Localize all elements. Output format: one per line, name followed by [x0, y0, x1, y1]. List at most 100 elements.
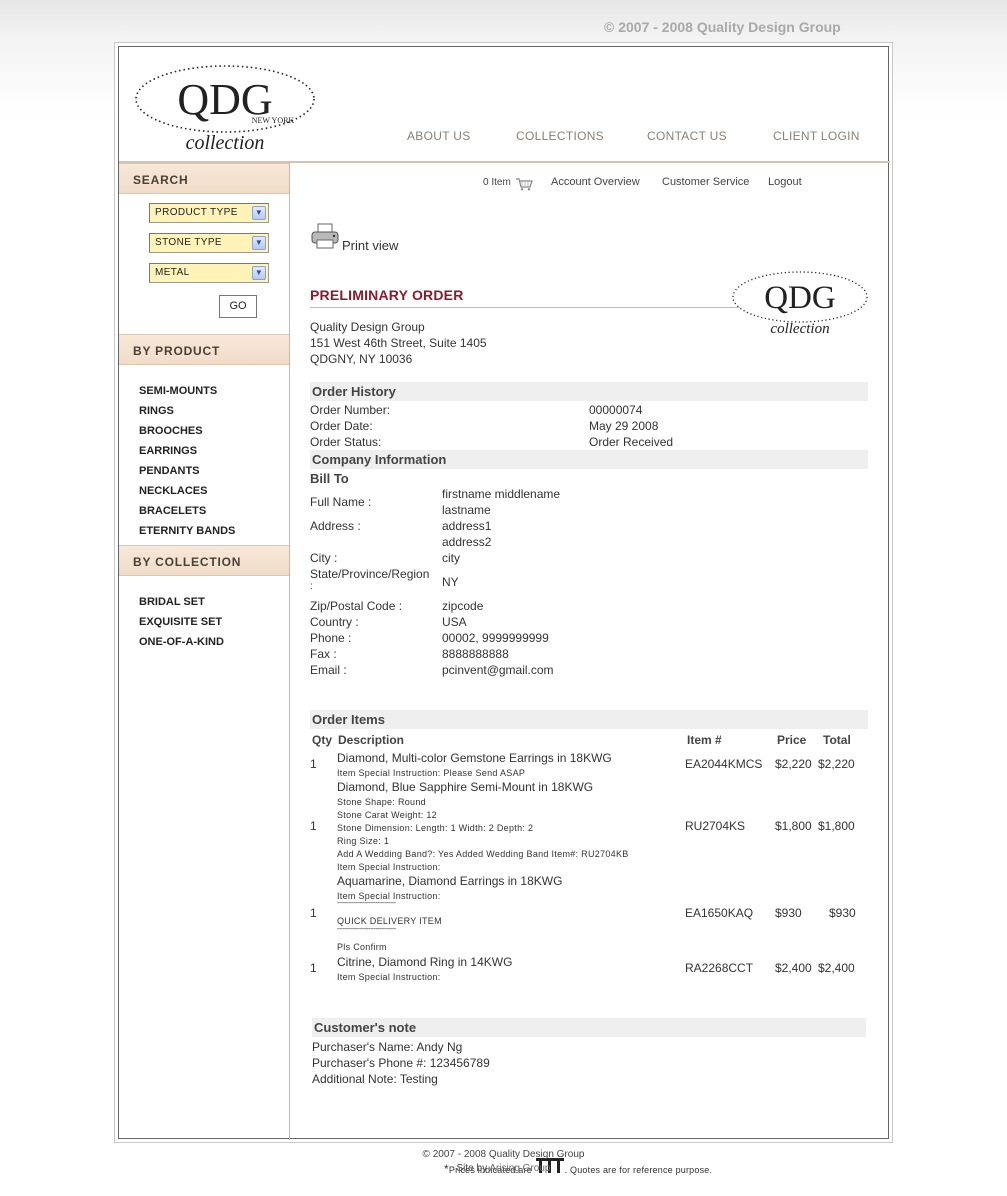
nav-about-us[interactable]: ABOUT US: [407, 129, 471, 143]
zip-label: Zip/Postal Code :: [310, 599, 403, 613]
item3-number: EA1650KAQ: [685, 906, 754, 920]
state-label-line2: :: [310, 581, 313, 592]
item3-note: Pls Confirm: [337, 942, 387, 952]
state-value: NY: [442, 575, 459, 589]
item2-description: Diamond, Blue Sapphire Semi-Mount in 18K…: [337, 780, 594, 794]
product-link-bracelets[interactable]: BRACELETS: [139, 505, 206, 517]
cart-icon[interactable]: [515, 177, 533, 191]
purchaser-name: Purchaser's Name: Andy Ng: [312, 1040, 463, 1054]
customer-note-heading: Customer's note: [312, 1018, 866, 1037]
address-label: Address :: [310, 519, 361, 533]
footer-copyright: © 2007 - 2008 Quality Design Group: [422, 1149, 585, 1160]
product-link-pendants[interactable]: PENDANTS: [139, 465, 200, 477]
by-product-heading: BY PRODUCT: [119, 334, 289, 365]
chevron-down-icon: ▼: [252, 266, 266, 280]
company-info-heading: Company Information: [310, 450, 868, 469]
fax-value: 8888888888: [442, 647, 509, 661]
order-status-label: Order Status:: [310, 435, 382, 449]
item1-note: Item Special Instruction: Please Send AS…: [337, 768, 526, 778]
col-description: Description: [338, 733, 405, 747]
metal-select[interactable]: METAL ▼: [149, 263, 269, 283]
company-street: 151 West 46th Street, Suite 1405: [310, 336, 487, 350]
item2-total: $1,800: [818, 819, 855, 833]
collection-link-bridal-set[interactable]: BRIDAL SET: [139, 596, 205, 608]
item1-description: Diamond, Multi-color Gemstone Earrings i…: [337, 751, 612, 765]
col-qty: Qty: [312, 733, 333, 747]
item4-price: $2,400: [775, 961, 812, 975]
item2-price: $1,800: [775, 819, 812, 833]
col-total: Total: [823, 733, 851, 747]
product-link-semi-mounts[interactable]: SEMI-MOUNTS: [139, 385, 217, 397]
item3-description: Aquamarine, Diamond Earrings in 18KWG: [337, 874, 563, 888]
full-name-line2: lastname: [442, 503, 491, 517]
item4-number: RA2268CCT: [685, 961, 754, 975]
svg-text:collection: collection: [186, 132, 265, 154]
page-title: PRELIMINARY ORDER: [310, 287, 464, 303]
qdg-logo-small: QDG collection: [732, 271, 868, 337]
customer-service-link[interactable]: Customer Service: [662, 176, 749, 188]
phone-value: 00002, 9999999999: [442, 631, 549, 645]
item3-note: --------------------------------: [337, 900, 396, 907]
order-history-heading: Order History: [310, 382, 868, 401]
nav-client-login[interactable]: CLIENT LOGIN: [773, 129, 860, 143]
item4-qty: 1: [310, 961, 317, 975]
stone-type-value: STONE TYPE: [155, 237, 222, 248]
page-frame: QDG NEW YORK collection ABOUT US COLLECT…: [114, 42, 893, 1176]
svg-text:QDG: QDG: [764, 280, 836, 316]
order-number-value: 00000074: [589, 403, 643, 417]
country-label: Country :: [310, 615, 359, 629]
col-item-number: Item #: [687, 733, 722, 747]
product-link-necklaces[interactable]: NECKLACES: [139, 485, 207, 497]
email-label: Email :: [310, 663, 347, 677]
product-link-eternity-bands[interactable]: ETERNITY BANDS: [139, 525, 235, 537]
top-copyright: © 2007 - 2008 Quality Design Group: [604, 19, 841, 35]
item1-total: $2,220: [818, 757, 855, 771]
item2-note: Stone Carat Weight: 12: [337, 810, 437, 820]
site-by-label: Site by: [456, 1163, 488, 1174]
product-link-earrings[interactable]: EARRINGS: [139, 445, 197, 457]
item2-note: Item Special Instruction:: [337, 862, 441, 872]
email-value: pcinvent@gmail.com: [442, 663, 554, 677]
collection-link-exquisite-set[interactable]: EXQUISITE SET: [139, 616, 222, 628]
bill-to-heading: Bill To: [310, 471, 349, 486]
item2-note: Stone Dimension: Length: 1 Width: 2 Dept…: [337, 823, 534, 833]
main-content: 0 Item Account Overview Customer Service…: [290, 163, 890, 1176]
order-items-heading: Order Items: [310, 710, 868, 729]
collection-link-one-of-a-kind[interactable]: ONE-OF-A-KIND: [139, 636, 224, 648]
additional-note: Additional Note: Testing: [312, 1072, 438, 1086]
item2-qty: 1: [310, 819, 317, 833]
city-label: City :: [310, 551, 338, 565]
arising-group-link[interactable]: Arising Group: [489, 1163, 550, 1174]
company-city: QDGNY, NY 10036: [310, 352, 413, 366]
logout-link[interactable]: Logout: [768, 176, 802, 188]
col-price: Price: [777, 733, 807, 747]
item4-note: Item Special Instruction:: [337, 972, 441, 982]
stone-type-select[interactable]: STONE TYPE ▼: [149, 233, 269, 253]
product-type-select[interactable]: PRODUCT TYPE ▼: [149, 203, 269, 223]
print-view-link[interactable]: Print view: [342, 238, 398, 253]
item1-price: $2,220: [775, 757, 812, 771]
item2-note: Ring Size: 1: [337, 836, 390, 846]
item2-number: RU2704KS: [685, 819, 746, 833]
item2-note: Add A Wedding Band?: Yes Added Wedding B…: [337, 849, 629, 859]
full-name-line1: firstname middlename: [442, 487, 561, 501]
nav-contact-us[interactable]: CONTACT US: [647, 129, 727, 143]
zip-value: zipcode: [442, 599, 484, 613]
qdg-logo[interactable]: QDG NEW YORK collection: [133, 59, 317, 154]
order-status-value: Order Received: [589, 435, 674, 449]
chevron-down-icon: ▼: [252, 236, 266, 250]
state-label-line1: State/Province/Region: [310, 567, 430, 581]
item4-total: $2,400: [818, 961, 855, 975]
item3-price: $930: [775, 906, 802, 920]
account-overview-link[interactable]: Account Overview: [551, 176, 640, 188]
metal-value: METAL: [155, 267, 190, 278]
product-link-brooches[interactable]: BROOCHES: [139, 425, 203, 437]
cart-count[interactable]: 0 Item: [483, 177, 511, 188]
go-button[interactable]: GO: [219, 295, 257, 318]
product-link-rings[interactable]: RINGS: [139, 405, 174, 417]
address-line2: address2: [442, 535, 492, 549]
footer-credit: Site by Arising Group: [0, 1163, 1007, 1174]
nav-collections[interactable]: COLLECTIONS: [516, 129, 604, 143]
printer-icon[interactable]: [310, 222, 340, 250]
purchaser-phone: Purchaser's Phone #: 123456789: [312, 1056, 490, 1070]
